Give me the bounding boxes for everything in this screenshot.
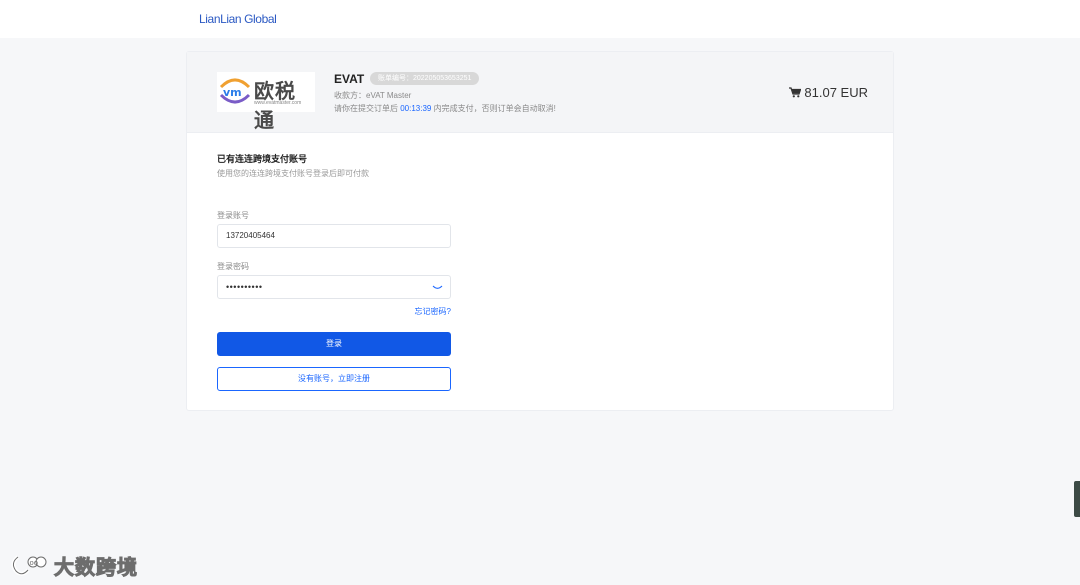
merchant-logo: vm 欧税通 www.evatmaster.com [217,72,315,132]
password-label: 登录密码 [217,262,249,271]
merchant-name: EVAT [334,72,365,86]
login-title: 已有连连跨境支付账号 [217,154,308,164]
login-button[interactable]: 登录 [217,332,451,356]
account-label: 登录账号 [217,211,249,220]
register-button[interactable]: 没有账号，立即注册 [217,367,451,391]
tip-prefix: 请你在提交订单后 [334,104,398,113]
payment-card: vm 欧税通 www.evatmaster.com EVAT 账单编号：2022… [186,51,894,411]
password-value: •••••••••• [226,282,263,292]
watermark-logo-icon: oo [11,554,47,576]
login-form: 已有连连跨境支付账号 使用您的连连跨境支付账号登录后即可付款 登录账号 1372… [217,152,451,391]
top-bar: LianLian Global [0,0,1080,38]
login-subtitle: 使用您的连连跨境支付账号登录后即可付款 [217,169,369,178]
tip-suffix: 内完成支付，否则订单会自动取消! [433,104,556,113]
countdown-timer: 00:13:39 [400,104,432,113]
order-summary: vm 欧税通 www.evatmaster.com EVAT 账单编号：2022… [187,52,893,133]
password-input[interactable]: •••••••••• [217,275,451,299]
order-amount: 81.07 EUR [789,85,868,100]
svg-text:vm: vm [223,86,242,99]
evat-logo-icon: vm [219,78,251,104]
forgot-password-link[interactable]: 忘记密码? [415,306,451,317]
payment-deadline-tip: 请你在提交订单后 00:13:39 内完成支付，否则订单会自动取消! [334,103,556,114]
logo-url: www.evatmaster.com [254,100,302,106]
order-number-badge: 账单编号：202205053653251 [370,72,480,85]
payee-text: 收款方：eVAT Master [334,91,412,100]
account-input[interactable]: 13720405464 [217,224,451,248]
side-float-tab[interactable] [1074,481,1080,517]
eye-closed-icon[interactable] [432,282,443,292]
cart-icon [789,87,802,98]
lianlian-logo[interactable]: LianLian Global [199,12,277,26]
watermark-text: 大数跨境 [54,555,138,580]
amount-value: 81.07 EUR [804,85,868,100]
svg-text:oo: oo [30,559,39,567]
watermark: oo 大数跨境 [8,551,138,580]
